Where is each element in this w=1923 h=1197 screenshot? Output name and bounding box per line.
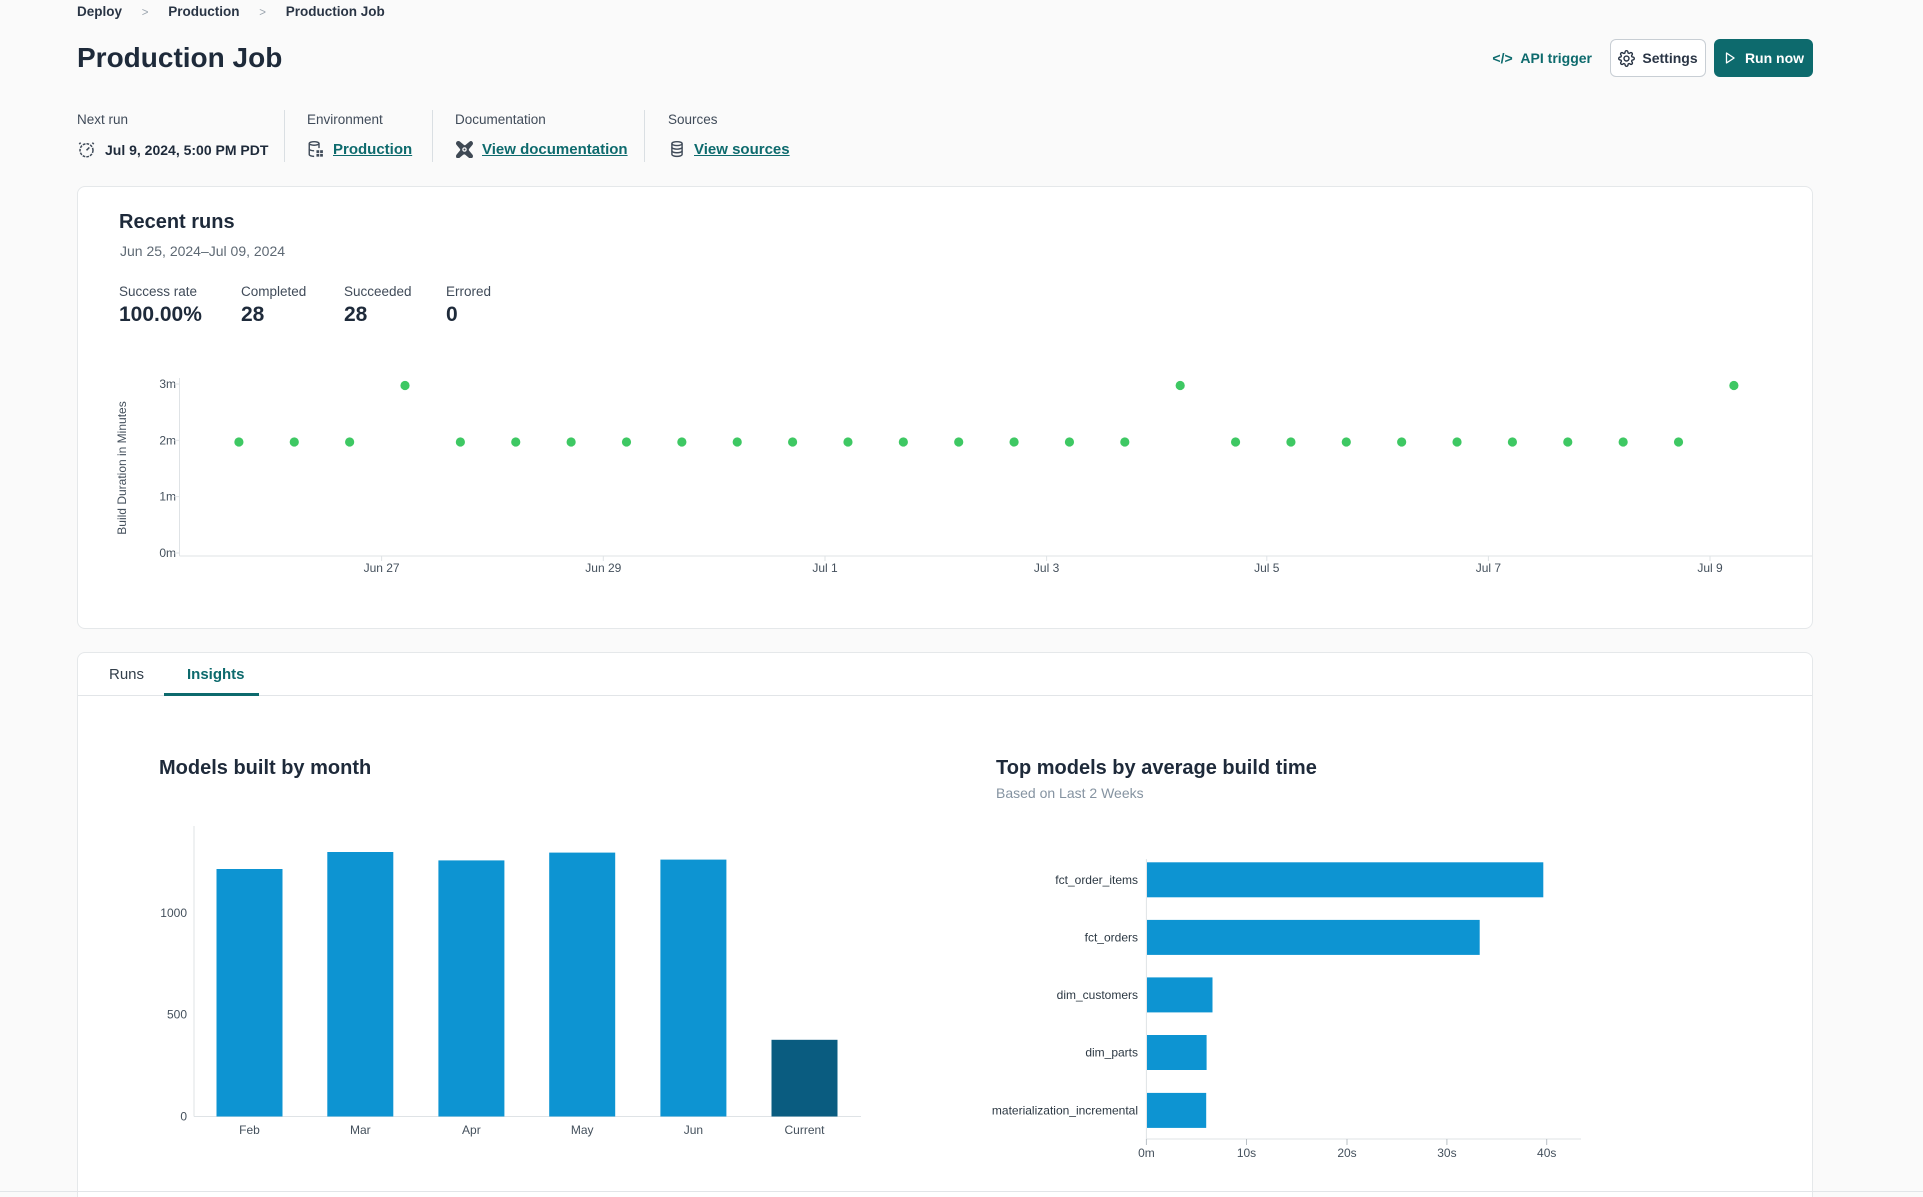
svg-text:materialization_incremental: materialization_incremental: [992, 1103, 1138, 1117]
svg-text:Jun 27: Jun 27: [364, 561, 400, 575]
svg-text:0m: 0m: [1138, 1146, 1155, 1160]
svg-text:0m: 0m: [159, 546, 176, 560]
svg-text:fct_orders: fct_orders: [1085, 930, 1138, 944]
svg-text:Jul 1: Jul 1: [812, 561, 838, 575]
svg-text:Jul 7: Jul 7: [1476, 561, 1502, 575]
svg-text:Jul 9: Jul 9: [1697, 561, 1723, 575]
svg-text:dim_customers: dim_customers: [1057, 988, 1138, 1002]
svg-text:dim_parts: dim_parts: [1085, 1046, 1138, 1060]
svg-text:20s: 20s: [1337, 1146, 1356, 1160]
svg-text:0: 0: [180, 1110, 187, 1124]
svg-text:fct_order_items: fct_order_items: [1055, 873, 1138, 887]
svg-text:500: 500: [167, 1007, 187, 1021]
svg-text:3m: 3m: [159, 377, 176, 391]
svg-text:Feb: Feb: [239, 1123, 260, 1137]
svg-text:10s: 10s: [1237, 1146, 1256, 1160]
svg-text:Jul 5: Jul 5: [1254, 561, 1280, 575]
svg-text:Build Duration in Minutes: Build Duration in Minutes: [115, 401, 129, 534]
svg-text:May: May: [571, 1123, 594, 1137]
svg-text:Jul 3: Jul 3: [1034, 561, 1060, 575]
svg-text:Jun 29: Jun 29: [585, 561, 621, 575]
svg-text:2m: 2m: [159, 433, 176, 447]
svg-text:Mar: Mar: [350, 1123, 371, 1137]
svg-text:Current: Current: [784, 1123, 825, 1137]
svg-text:1m: 1m: [159, 490, 176, 504]
svg-text:40s: 40s: [1537, 1146, 1556, 1160]
svg-text:1000: 1000: [160, 906, 187, 920]
svg-text:30s: 30s: [1437, 1146, 1456, 1160]
svg-text:Apr: Apr: [462, 1123, 481, 1137]
svg-text:Jun: Jun: [684, 1123, 703, 1137]
